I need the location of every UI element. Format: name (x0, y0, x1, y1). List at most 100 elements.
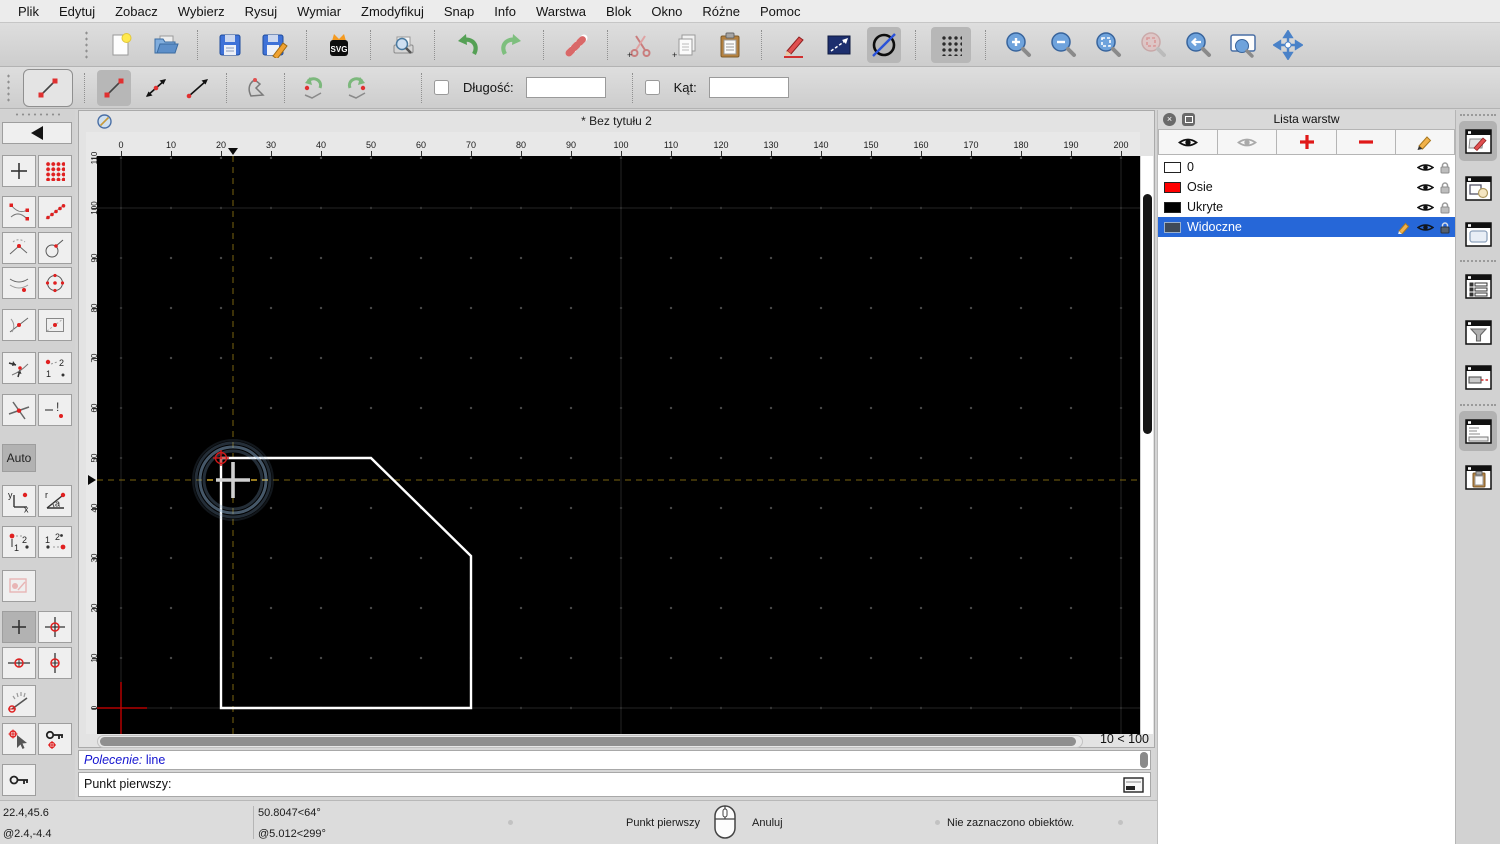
line-ray-icon[interactable] (181, 70, 215, 106)
toolbar-grip[interactable] (84, 29, 89, 60)
menu-item[interactable]: Pomoc (750, 4, 810, 19)
snap-free-icon[interactable] (2, 155, 36, 187)
float-icon[interactable] (1182, 113, 1195, 126)
pen-palette-dock-icon[interactable] (1459, 357, 1497, 397)
snap-closest-icon[interactable] (2, 352, 36, 384)
vertical-scrollbar[interactable] (1140, 156, 1153, 734)
document-title-bar[interactable]: * Bez tytułu 2 (79, 111, 1154, 132)
angle-gauge-icon[interactable] (2, 685, 36, 717)
restrict-horizontal-icon[interactable] (2, 647, 36, 679)
current-tool-line-icon[interactable] (23, 68, 73, 107)
zoom-out-icon[interactable] (1046, 27, 1080, 63)
block-list-dock-icon[interactable] (1459, 168, 1497, 208)
layer-visible-icon[interactable] (1417, 222, 1434, 233)
snap-selected-icon[interactable] (2, 723, 36, 755)
copy-icon[interactable]: + (668, 27, 702, 63)
layer-lock-icon[interactable] (1440, 161, 1450, 174)
save-icon[interactable] (213, 27, 247, 63)
hide-all-layers-icon[interactable] (1217, 129, 1278, 155)
length-checkbox[interactable] (434, 80, 449, 95)
zoom-auto-icon[interactable] (1091, 27, 1125, 63)
toolbar-grip[interactable] (1460, 114, 1496, 119)
layer-visible-icon[interactable] (1417, 182, 1434, 193)
library-browser-dock-icon[interactable] (1459, 214, 1497, 254)
pen-edit-icon[interactable] (777, 27, 811, 63)
angle-input[interactable] (708, 77, 789, 98)
snap-tangent-icon[interactable] (38, 232, 72, 264)
snap-intersection-auto-icon[interactable] (2, 232, 36, 264)
restrict-nothing-icon[interactable] (2, 611, 36, 643)
relative-1-2-icon[interactable]: 12 (2, 526, 36, 558)
back-button[interactable] (2, 122, 72, 144)
restrict-orthogonal-icon[interactable] (38, 611, 72, 643)
line-two-points-icon[interactable] (97, 69, 131, 106)
snap-relative-icon[interactable]: 12 (38, 352, 72, 384)
layer-row[interactable]: Ukryte (1158, 197, 1455, 217)
coordinate-polar-icon[interactable]: ra (38, 485, 72, 517)
open-file-icon[interactable] (149, 27, 183, 63)
export-svg-icon[interactable]: SVG (322, 27, 356, 63)
layer-row-selected[interactable]: Widoczne (1158, 217, 1455, 237)
paste-icon[interactable] (713, 27, 747, 63)
close-icon[interactable]: × (1163, 113, 1176, 126)
toolbar-grip[interactable] (6, 72, 11, 103)
menu-item[interactable]: Rysuj (235, 4, 288, 19)
draft-mode-icon[interactable] (867, 26, 901, 63)
clipboard-panel-dock-icon[interactable] (1459, 457, 1497, 497)
menu-item[interactable]: Warstwa (526, 4, 596, 19)
redo-icon[interactable] (495, 27, 529, 63)
menu-item[interactable]: Zmodyfikuj (351, 4, 434, 19)
print-preview-icon[interactable] (386, 27, 420, 63)
layer-row[interactable]: Osie (1158, 177, 1455, 197)
snap-center-icon[interactable] (38, 267, 72, 299)
entity-list-dock-icon[interactable] (1459, 266, 1497, 306)
selection-filter-dock-icon[interactable] (1459, 312, 1497, 352)
snap-middle-icon[interactable] (2, 309, 36, 341)
polyline-icon[interactable] (239, 70, 273, 106)
layer-visible-icon[interactable] (1417, 162, 1434, 173)
edit-layer-icon[interactable] (1394, 129, 1456, 155)
snap-intersection-manual-icon[interactable]: ! (38, 394, 72, 426)
layer-visible-icon[interactable] (1417, 202, 1434, 213)
layer-lock-icon[interactable] (1440, 221, 1450, 234)
menu-item[interactable]: Różne (692, 4, 750, 19)
menu-item[interactable]: Wybierz (168, 4, 235, 19)
toolbar-grip[interactable] (14, 112, 60, 117)
new-file-icon[interactable] (104, 27, 138, 63)
delete-icon[interactable] (559, 27, 593, 63)
menu-item[interactable]: Blok (596, 4, 641, 19)
sequence-redo-icon[interactable] (339, 70, 373, 106)
auto-snap-button[interactable]: Auto (2, 444, 36, 472)
coordinate-cartesian-icon[interactable]: yx (2, 485, 36, 517)
scrollbar-thumb[interactable] (1140, 752, 1148, 768)
draft-lines-icon[interactable] (822, 27, 856, 63)
zoom-previous-icon[interactable] (1181, 27, 1215, 63)
zoom-window-icon[interactable] (1226, 27, 1260, 63)
lock-relative-zero-icon[interactable] (38, 723, 72, 755)
sequence-undo-icon[interactable] (297, 70, 331, 106)
layer-lock-icon[interactable] (1440, 181, 1450, 194)
keyboard-icon[interactable] (1123, 777, 1144, 793)
command-line-dock-icon[interactable] (1459, 411, 1497, 451)
scrollbar-thumb[interactable] (1143, 194, 1152, 434)
relative-zero-key-icon[interactable] (2, 764, 36, 796)
snap-on-entity-icon[interactable] (38, 196, 72, 228)
snap-grid-icon[interactable] (38, 155, 72, 187)
grid-toggle-icon[interactable] (931, 26, 971, 63)
menu-item[interactable]: Plik (8, 4, 49, 19)
add-layer-icon[interactable] (1276, 129, 1337, 155)
angle-checkbox[interactable] (644, 80, 660, 95)
snap-middle-manual-icon[interactable] (38, 309, 72, 341)
restrict-vertical-icon[interactable] (38, 647, 72, 679)
save-as-icon[interactable] (258, 27, 292, 63)
layer-row[interactable]: 0 (1158, 157, 1455, 177)
line-angle-icon[interactable] (139, 70, 173, 106)
zoom-pan-icon[interactable] (1271, 27, 1305, 63)
layer-list-dock-icon[interactable] (1459, 121, 1497, 161)
undo-icon[interactable] (450, 27, 484, 63)
menu-item[interactable]: Snap (434, 4, 484, 19)
menu-item[interactable]: Wymiar (287, 4, 351, 19)
horizontal-scrollbar[interactable] (97, 735, 1083, 748)
menu-item[interactable]: Edytuj (49, 4, 105, 19)
menu-item[interactable]: Zobacz (105, 4, 168, 19)
